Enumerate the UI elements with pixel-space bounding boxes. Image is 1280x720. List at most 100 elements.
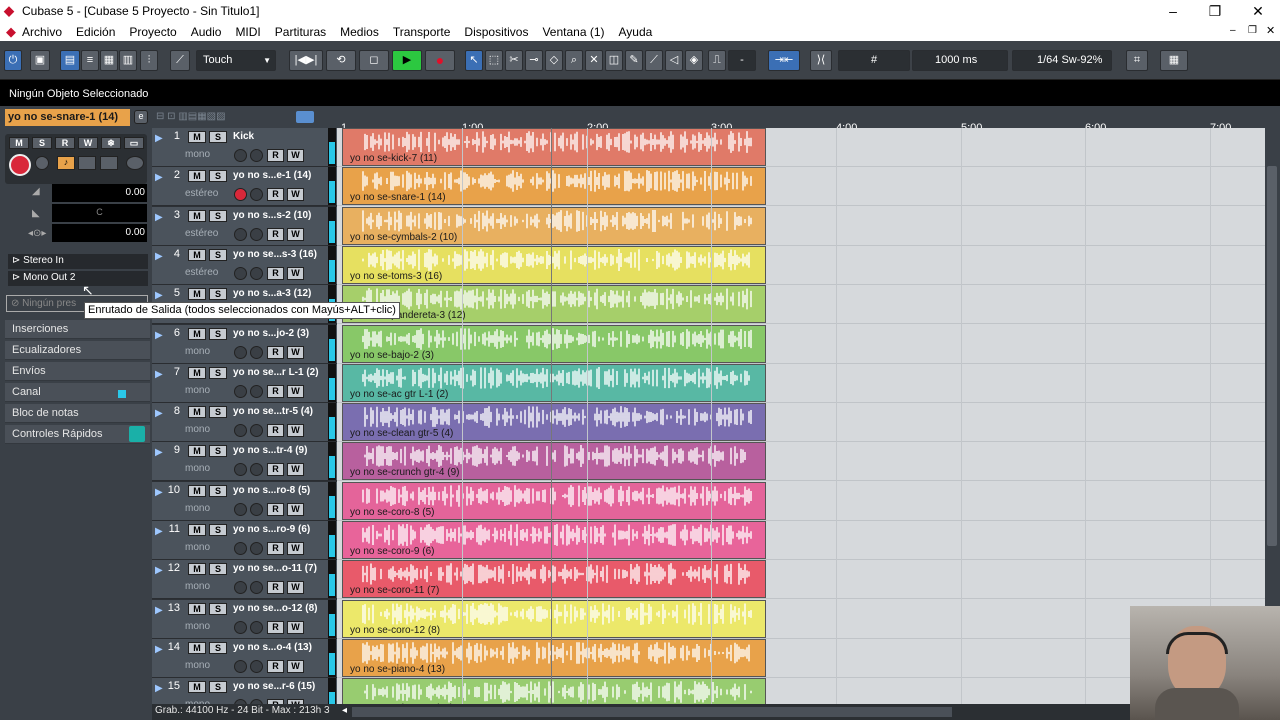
write-automation-button[interactable]: W — [287, 227, 304, 241]
menu-dispositivos[interactable]: Dispositivos — [464, 25, 528, 39]
track-name[interactable]: Kick — [233, 131, 321, 142]
audio-event[interactable]: yo no se-toms-3 (16) — [342, 245, 766, 284]
mute-button[interactable]: M — [188, 484, 206, 497]
automation-mode-icon[interactable]: ⟋ — [170, 50, 190, 71]
expand-track-icon[interactable]: ▶ — [155, 133, 163, 144]
activate-project-icon[interactable]: ⏻ — [4, 50, 22, 71]
record-enable-button[interactable] — [234, 188, 247, 202]
delay-field[interactable]: 0.00 — [52, 224, 147, 242]
mute-button[interactable]: M — [188, 406, 206, 419]
track-header[interactable]: ▶ 2 M Syo no s...e-1 (14) estéreo R W — [152, 167, 337, 207]
monitor-button[interactable] — [250, 384, 263, 398]
maximize-button[interactable]: ❐ — [1204, 2, 1226, 20]
glue-tool-icon[interactable]: ⊸ — [525, 50, 543, 71]
solo-button[interactable]: S — [209, 602, 227, 615]
solo-button[interactable]: S — [209, 327, 227, 340]
read-automation-button[interactable]: R — [267, 227, 284, 241]
menu-partituras[interactable]: Partituras — [275, 25, 326, 39]
track-name[interactable]: yo no s...e-1 (14) — [233, 170, 321, 181]
menu-audio[interactable]: Audio — [191, 25, 222, 39]
track-lane[interactable]: yo no se-toms-3 (16) — [337, 245, 1265, 285]
mute-button[interactable]: M — [188, 563, 206, 576]
track-header[interactable]: ▶ 7 M Syo no se...r L-1 (2) mono R W — [152, 363, 337, 403]
write-automation-button[interactable]: W — [287, 659, 304, 673]
inspector-mute-button[interactable]: M — [9, 137, 29, 149]
track-lane[interactable]: yo no se-pandereta-3 (12) — [337, 285, 1265, 325]
menu-edicion[interactable]: Edición — [76, 25, 115, 39]
snap-zero-icon[interactable]: ⟩⟨ — [810, 50, 832, 71]
expand-track-icon[interactable]: ▶ — [155, 408, 163, 419]
track-lane[interactable]: yo no se-coro-12 (8) — [337, 599, 1265, 639]
color-menu-icon[interactable]: ▦ — [1160, 50, 1188, 71]
write-automation-button[interactable]: W — [287, 188, 304, 202]
range-selection-tool-icon[interactable]: ⬚ — [485, 50, 503, 71]
track-lane[interactable]: yo no se-cymbals-2 (10) — [337, 206, 1265, 246]
show-infoline-icon[interactable]: ≡ — [81, 50, 99, 71]
read-automation-button[interactable]: R — [267, 424, 284, 438]
track-name[interactable]: yo no s...ro-9 (6) — [233, 524, 321, 535]
track-list-display-icon[interactable] — [296, 111, 314, 123]
record-enable-button[interactable] — [234, 659, 247, 673]
track-header[interactable]: ▶ 12 M Syo no se...o-11 (7) mono R W — [152, 560, 337, 600]
stop-button[interactable]: ◻ — [359, 50, 389, 71]
solo-button[interactable]: S — [209, 170, 227, 183]
close-button[interactable]: ✕ — [1247, 2, 1269, 20]
cycle-button[interactable]: ⟲ — [326, 50, 356, 71]
time-base-icon[interactable] — [100, 156, 118, 170]
inspector-write-button[interactable]: W — [78, 137, 98, 149]
section-quick-controls[interactable]: Controles Rápidos — [5, 425, 150, 444]
show-mixer-icon[interactable]: ⫶ — [140, 50, 158, 71]
solo-button[interactable]: S — [209, 681, 227, 694]
timeline-ruler[interactable]: 11:002:003:004:005:006:007:00 — [337, 106, 1265, 134]
horizontal-scrollbar[interactable] — [352, 707, 952, 717]
solo-button[interactable]: S — [209, 563, 227, 576]
solo-button[interactable]: S — [209, 131, 227, 143]
menu-transporte[interactable]: Transporte — [393, 25, 451, 39]
track-lane[interactable]: yo no se-coro-11 (7) — [337, 560, 1265, 600]
track-lane[interactable]: yo no se-bajo-2 (3) — [337, 324, 1265, 364]
expand-track-icon[interactable]: ▶ — [155, 251, 163, 262]
track-lane[interactable]: yo no se-coro-9 (6) — [337, 521, 1265, 560]
audio-event[interactable]: yo no se-crunch gtr-4 (9) — [342, 442, 766, 481]
inspector-solo-button[interactable]: S — [32, 137, 52, 149]
track-name[interactable]: yo no s...o-4 (13) — [233, 642, 321, 653]
show-pool-icon[interactable]: ▥ — [119, 50, 137, 71]
record-enable-button[interactable] — [234, 463, 247, 477]
audio-event[interactable]: yo no se-coro-11 (7) — [342, 560, 766, 599]
play-button[interactable]: ▶ — [392, 50, 422, 71]
expand-track-icon[interactable]: ▶ — [155, 683, 163, 694]
go-to-previous-marker-button[interactable]: |◀▶| — [289, 50, 323, 71]
section-equalizers[interactable]: Ecualizadores — [5, 341, 150, 360]
write-automation-button[interactable]: W — [287, 542, 304, 555]
section-channel[interactable]: Canal — [5, 383, 150, 402]
mute-button[interactable]: M — [188, 445, 206, 458]
mute-button[interactable]: M — [188, 602, 206, 615]
audio-event[interactable]: yo no se-coro-12 (8) — [342, 599, 766, 638]
read-automation-button[interactable]: R — [267, 620, 284, 634]
split-tool-icon[interactable]: ✂ — [505, 50, 523, 71]
record-enable-button[interactable] — [234, 502, 247, 516]
track-name[interactable]: yo no se...s-3 (16) — [233, 249, 321, 260]
track-name[interactable]: yo no s...a-3 (12) — [233, 288, 321, 299]
vertical-scrollbar[interactable] — [1265, 106, 1280, 608]
track-lane[interactable]: yo no se-clean gtr-5 (4) — [337, 403, 1265, 443]
track-lane[interactable]: yo no se-snare-1 (14) — [337, 167, 1265, 207]
mute-button[interactable]: M — [188, 248, 206, 261]
expand-track-icon[interactable]: ▶ — [155, 369, 163, 380]
audio-event[interactable]: yo no se-ac gtr L-1 (2) — [342, 363, 766, 402]
expand-track-icon[interactable]: ▶ — [155, 526, 163, 537]
track-list-tools-icon[interactable]: ⊟ ⊡ ▥▤▦▧▨ — [156, 111, 226, 122]
audio-event[interactable]: yo no se-kick-7 (11) — [342, 128, 766, 166]
menu-midi[interactable]: MIDI — [235, 25, 260, 39]
write-automation-button[interactable]: W — [287, 266, 304, 280]
track-header[interactable]: ▶ 9 M Syo no s...tr-4 (9) mono R W — [152, 442, 337, 482]
inspector-track-name[interactable]: yo no se-snare-1 (14) — [5, 109, 130, 126]
play-tool-icon[interactable]: ◁ — [665, 50, 683, 71]
track-name[interactable]: yo no s...jo-2 (3) — [233, 328, 321, 339]
expand-track-icon[interactable]: ▶ — [155, 644, 163, 655]
show-inspector-icon[interactable]: ▤ — [60, 50, 80, 71]
monitor-button[interactable] — [250, 542, 263, 555]
snap-mode-button[interactable]: ⇥⇤ — [768, 50, 800, 71]
record-enable-button[interactable] — [234, 266, 247, 280]
musical-mode-icon[interactable]: ♪ — [57, 156, 75, 170]
